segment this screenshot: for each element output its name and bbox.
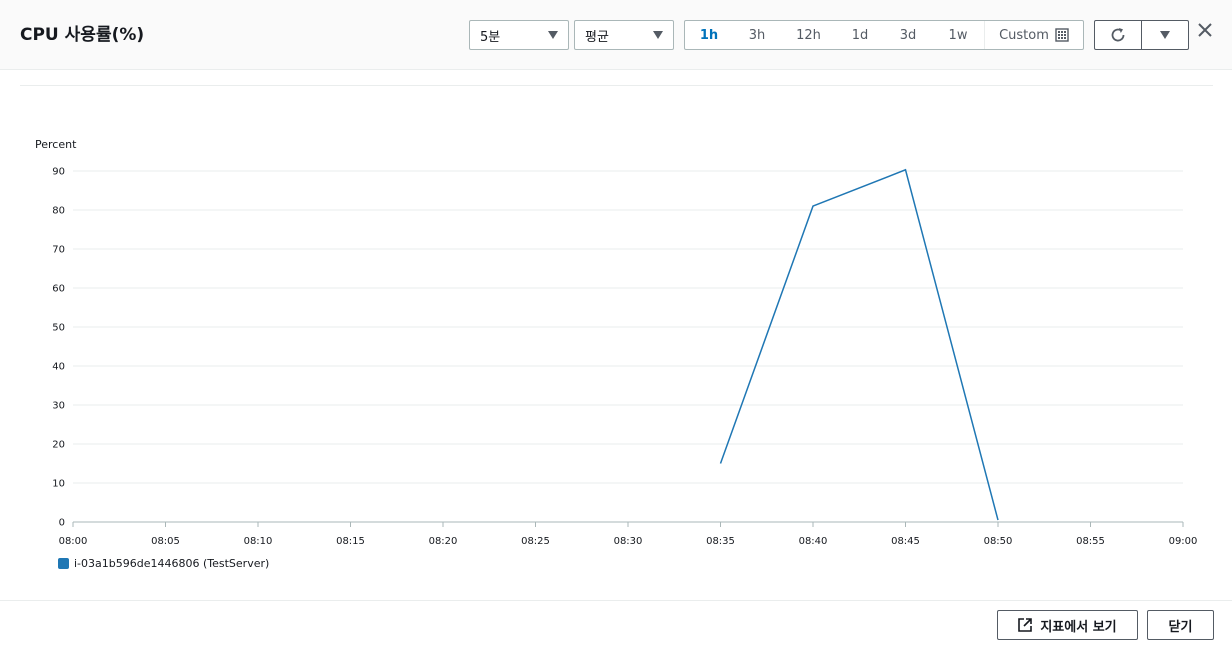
time-range-selector: 1h 3h 12h 1d 3d 1w Custom xyxy=(684,20,1084,50)
header-divider xyxy=(20,85,1213,86)
x-tick-label: 08:30 xyxy=(614,536,643,547)
y-tick-label: 20 xyxy=(52,440,65,451)
range-option-1h[interactable]: 1h xyxy=(685,21,733,49)
x-tick-label: 08:05 xyxy=(151,536,180,547)
period-select-value: 5분 xyxy=(480,29,501,45)
x-tick-label: 08:50 xyxy=(984,536,1013,547)
view-in-metrics-label: 지표에서 보기 xyxy=(1040,619,1117,635)
chart-legend: i-03a1b596de1446806 (TestServer) xyxy=(58,557,269,570)
range-option-1w[interactable]: 1w xyxy=(932,21,984,49)
y-tick-label: 30 xyxy=(52,401,65,412)
y-tick-label: 90 xyxy=(52,167,65,178)
dialog-header: CPU 사용률(%) 5분 평균 1h 3h 12h 1d 3d 1w Cust… xyxy=(0,0,1232,70)
caret-down-icon xyxy=(653,31,663,39)
statistic-select-value: 평균 xyxy=(585,29,609,45)
range-option-3d[interactable]: 3d xyxy=(884,21,932,49)
y-tick-label: 80 xyxy=(52,206,65,217)
range-option-custom[interactable]: Custom xyxy=(984,21,1083,49)
close-icon[interactable] xyxy=(1193,18,1217,42)
cpu-line-chart: Percent 0 10 20 30 40 50 60 70 80 90 08:00 08:05 08… xyxy=(35,138,1198,547)
dialog-title: CPU 사용률(%) xyxy=(20,25,145,45)
close-button-label: 닫기 xyxy=(1168,619,1193,635)
refresh-options-button[interactable] xyxy=(1141,20,1189,50)
x-tick-label: 08:55 xyxy=(1076,536,1105,547)
y-tick-label: 60 xyxy=(52,284,65,295)
range-option-1d[interactable]: 1d xyxy=(836,21,884,49)
legend-label[interactable]: i-03a1b596de1446806 (TestServer) xyxy=(74,557,269,570)
refresh-icon xyxy=(1111,28,1125,42)
refresh-button[interactable] xyxy=(1094,20,1142,50)
caret-down-icon xyxy=(548,31,558,39)
custom-range-label: Custom xyxy=(999,27,1049,43)
x-tick-label: 08:15 xyxy=(336,536,365,547)
external-link-icon xyxy=(1018,618,1033,632)
x-tick-label: 08:40 xyxy=(799,536,828,547)
x-tick-label: 08:20 xyxy=(429,536,458,547)
period-select[interactable]: 5분 xyxy=(469,20,569,50)
footer-divider xyxy=(0,600,1232,601)
view-in-metrics-button[interactable]: 지표에서 보기 xyxy=(997,610,1138,640)
range-option-12h[interactable]: 12h xyxy=(781,21,836,49)
range-option-3h[interactable]: 3h xyxy=(733,21,781,49)
caret-down-icon xyxy=(1160,31,1170,39)
series-line xyxy=(719,168,999,521)
y-tick-label: 0 xyxy=(59,518,65,529)
y-tick-label: 70 xyxy=(52,245,65,256)
calendar-icon xyxy=(1055,28,1069,42)
y-tick-label: 40 xyxy=(52,362,65,373)
y-axis-label: Percent xyxy=(35,138,77,151)
x-tick-label: 08:45 xyxy=(891,536,920,547)
x-tick-label: 08:10 xyxy=(244,536,273,547)
x-tick-label: 08:00 xyxy=(59,536,88,547)
x-tick-label: 08:35 xyxy=(706,536,735,547)
statistic-select[interactable]: 평균 xyxy=(574,20,674,50)
y-tick-label: 10 xyxy=(52,479,65,490)
close-button[interactable]: 닫기 xyxy=(1147,610,1214,640)
x-tick-label: 08:25 xyxy=(521,536,550,547)
x-tick-label: 09:00 xyxy=(1169,536,1198,547)
y-tick-label: 50 xyxy=(52,323,65,334)
legend-swatch xyxy=(58,558,69,569)
